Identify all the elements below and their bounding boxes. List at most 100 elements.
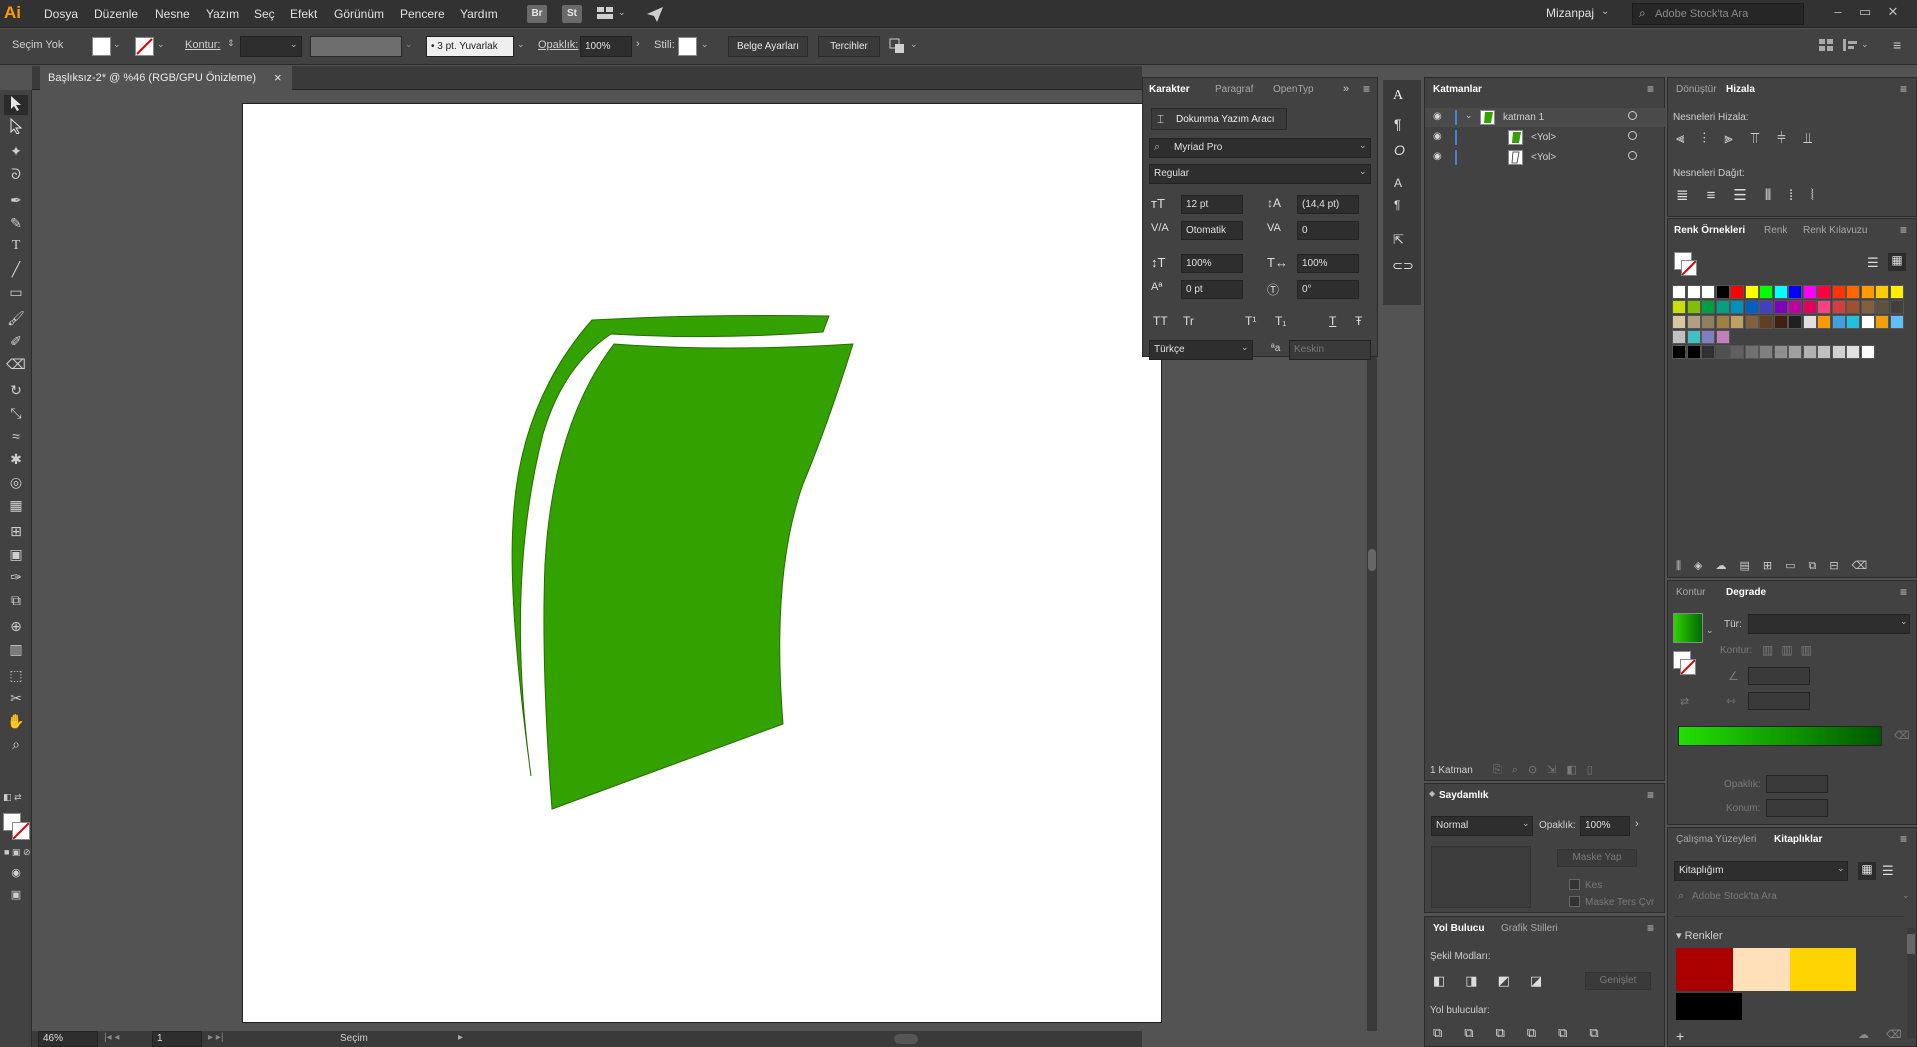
color-swatch[interactable] — [1788, 345, 1802, 359]
path-name[interactable]: <Yol> — [1531, 132, 1556, 143]
swatch-grid[interactable] — [1672, 285, 1912, 385]
delete-stop-icon[interactable]: ⌫ — [1894, 729, 1910, 742]
color-swatch[interactable] — [1773, 345, 1788, 359]
tab-transparency[interactable]: Saydamlık — [1439, 784, 1488, 808]
layout-icon[interactable] — [1842, 37, 1858, 53]
invert-mask-checkbox[interactable] — [1569, 896, 1580, 907]
color-swatch[interactable] — [1860, 315, 1875, 329]
graphic-style-swatch[interactable] — [678, 37, 697, 56]
layers-menu-icon[interactable]: ≡ — [1647, 82, 1654, 96]
color-swatch[interactable] — [1831, 300, 1846, 314]
color-swatch[interactable] — [1817, 345, 1831, 359]
color-swatch[interactable] — [1889, 300, 1904, 314]
font-style-select[interactable]: Regular — [1149, 164, 1371, 184]
small-caps-button[interactable]: Tr — [1183, 314, 1194, 328]
column-graph-tool-icon[interactable]: ▥ — [4, 639, 28, 659]
color-swatch[interactable] — [1788, 315, 1802, 329]
colors-section-header[interactable]: ▾ Renkler — [1676, 929, 1722, 942]
visibility-eye-icon[interactable]: ◉ — [1433, 111, 1442, 122]
color-swatch[interactable] — [1875, 315, 1889, 329]
superscript-button[interactable]: T¹ — [1245, 314, 1256, 328]
color-swatch[interactable] — [1744, 345, 1759, 359]
tab-character[interactable]: Karakter — [1149, 78, 1190, 102]
hand-tool-icon[interactable]: ✋ — [4, 711, 28, 731]
paintbrush-tool-icon[interactable]: 🖌 — [4, 308, 28, 328]
library-list-view-icon[interactable]: ☰ — [1882, 863, 1894, 879]
color-swatch[interactable] — [1730, 315, 1744, 329]
anti-alias-select[interactable]: Keskin — [1289, 340, 1371, 360]
color-mode-icons[interactable]: ■ ▣ ⊘ — [4, 847, 30, 858]
layer-target-icon[interactable] — [1628, 111, 1637, 120]
arrange-docs-icon[interactable] — [596, 6, 614, 20]
color-swatch[interactable] — [1831, 285, 1846, 299]
opentype-panel-icon[interactable]: O — [1394, 142, 1405, 158]
opacity-expand-icon[interactable]: › — [636, 38, 640, 50]
blend-mode-chevron[interactable]: ⌄ — [1522, 818, 1530, 829]
gradient-type-chevron[interactable]: ⌄ — [1900, 616, 1908, 627]
color-swatch[interactable] — [1701, 345, 1715, 359]
color-swatch[interactable] — [1672, 315, 1686, 329]
artwork[interactable] — [243, 104, 1161, 1022]
page-nav-last[interactable]: ▸ ▸| — [208, 1032, 223, 1043]
libraries-scrollbar-thumb[interactable] — [1907, 934, 1915, 954]
eyedropper-tool-icon[interactable]: ✑ — [4, 567, 28, 587]
magic-wand-tool-icon[interactable]: ✦ — [4, 141, 28, 161]
menu-yazim[interactable]: Yazım — [206, 7, 239, 21]
default-colors-icon[interactable]: ◧ ⇄ — [3, 792, 29, 804]
path-target-icon[interactable] — [1628, 131, 1637, 140]
minimize-button[interactable]: – — [1825, 2, 1851, 24]
library-search-chevron[interactable]: ⌄ — [1902, 890, 1910, 901]
library-color-3[interactable] — [1790, 948, 1856, 991]
color-swatch[interactable] — [1831, 315, 1846, 329]
color-swatch[interactable] — [1715, 300, 1730, 314]
blend-tool-icon[interactable]: ⧉ — [4, 590, 28, 610]
tab-align[interactable]: Hizala — [1726, 78, 1755, 102]
artboard-number-input[interactable]: 1 — [152, 1031, 202, 1047]
character-menu-icon[interactable]: ≡ — [1363, 82, 1370, 96]
tab-libraries[interactable]: Kitaplıklar — [1774, 828, 1822, 852]
scrollbar-thumb[interactable] — [1368, 549, 1376, 571]
maximize-button[interactable]: ▭ — [1852, 2, 1878, 24]
library-color-4[interactable] — [1676, 993, 1742, 1020]
strikethrough-button[interactable]: Ŧ — [1355, 314, 1362, 328]
shape-builder-tool-icon[interactable]: ◎ — [4, 472, 28, 492]
control-menu-icon[interactable]: ≡ — [1893, 37, 1909, 53]
tab-stroke[interactable]: Kontur — [1676, 581, 1705, 605]
workspace-chevron-icon[interactable]: ⌄ — [1601, 6, 1609, 17]
clip-checkbox[interactable] — [1569, 879, 1580, 890]
preferences-button[interactable]: Tercihler — [818, 36, 880, 57]
panel-toggle-icon[interactable] — [1818, 37, 1834, 53]
tab-swatches[interactable]: Renk Örnekleri — [1674, 219, 1745, 243]
variable-width-profile[interactable] — [310, 36, 402, 57]
shape-mode-buttons[interactable]: ◧◨◩◪ — [1433, 973, 1562, 989]
fill-swatch[interactable] — [92, 37, 111, 56]
symbol-sprayer-tool-icon[interactable]: ⊕ — [4, 616, 28, 636]
gradient-stroke-buttons[interactable]: ▥▥▥ — [1762, 643, 1820, 657]
distribute-buttons[interactable]: ≣≡☰⦀⦙⦚ — [1676, 186, 1832, 204]
transparency-opacity-input[interactable]: 100% — [1580, 816, 1630, 836]
color-swatch[interactable] — [1672, 300, 1686, 314]
draw-mode-icon[interactable]: ◉ — [4, 863, 28, 883]
language-select[interactable]: Türkçe — [1149, 340, 1253, 360]
swatch-stroke-indicator[interactable] — [1681, 260, 1697, 276]
subscript-button[interactable]: T₁ — [1275, 314, 1286, 328]
layer-row[interactable]: ◉ ⌄ katman 1 — [1425, 108, 1666, 127]
lasso-tool-icon[interactable]: ᘐ — [4, 164, 28, 184]
menu-sec[interactable]: Seç — [254, 7, 275, 21]
transparency-collapse-icon[interactable]: ◆ — [1429, 789, 1435, 798]
arrange-icon[interactable] — [888, 37, 906, 55]
color-swatch[interactable] — [1802, 285, 1817, 299]
stroke-color-box[interactable] — [12, 822, 30, 840]
color-swatch[interactable] — [1744, 285, 1759, 299]
visibility-eye-icon[interactable]: ◉ — [1433, 151, 1442, 162]
rectangle-tool-icon[interactable]: ▭ — [4, 282, 28, 302]
align-object-buttons[interactable]: ⫷⫶⫸⫪⫩⫫ — [1676, 130, 1830, 147]
color-swatch[interactable] — [1817, 300, 1831, 314]
stroke-swatch[interactable] — [135, 37, 154, 56]
brush-definition[interactable]: • 3 pt. Yuvarlak — [426, 36, 514, 57]
color-swatch[interactable] — [1802, 300, 1817, 314]
artboard[interactable] — [242, 103, 1162, 1023]
path-row-2[interactable]: ◉ <Yol> — [1425, 148, 1666, 167]
vertical-scale-input[interactable]: 100% — [1181, 254, 1243, 273]
color-swatch[interactable] — [1730, 285, 1744, 299]
